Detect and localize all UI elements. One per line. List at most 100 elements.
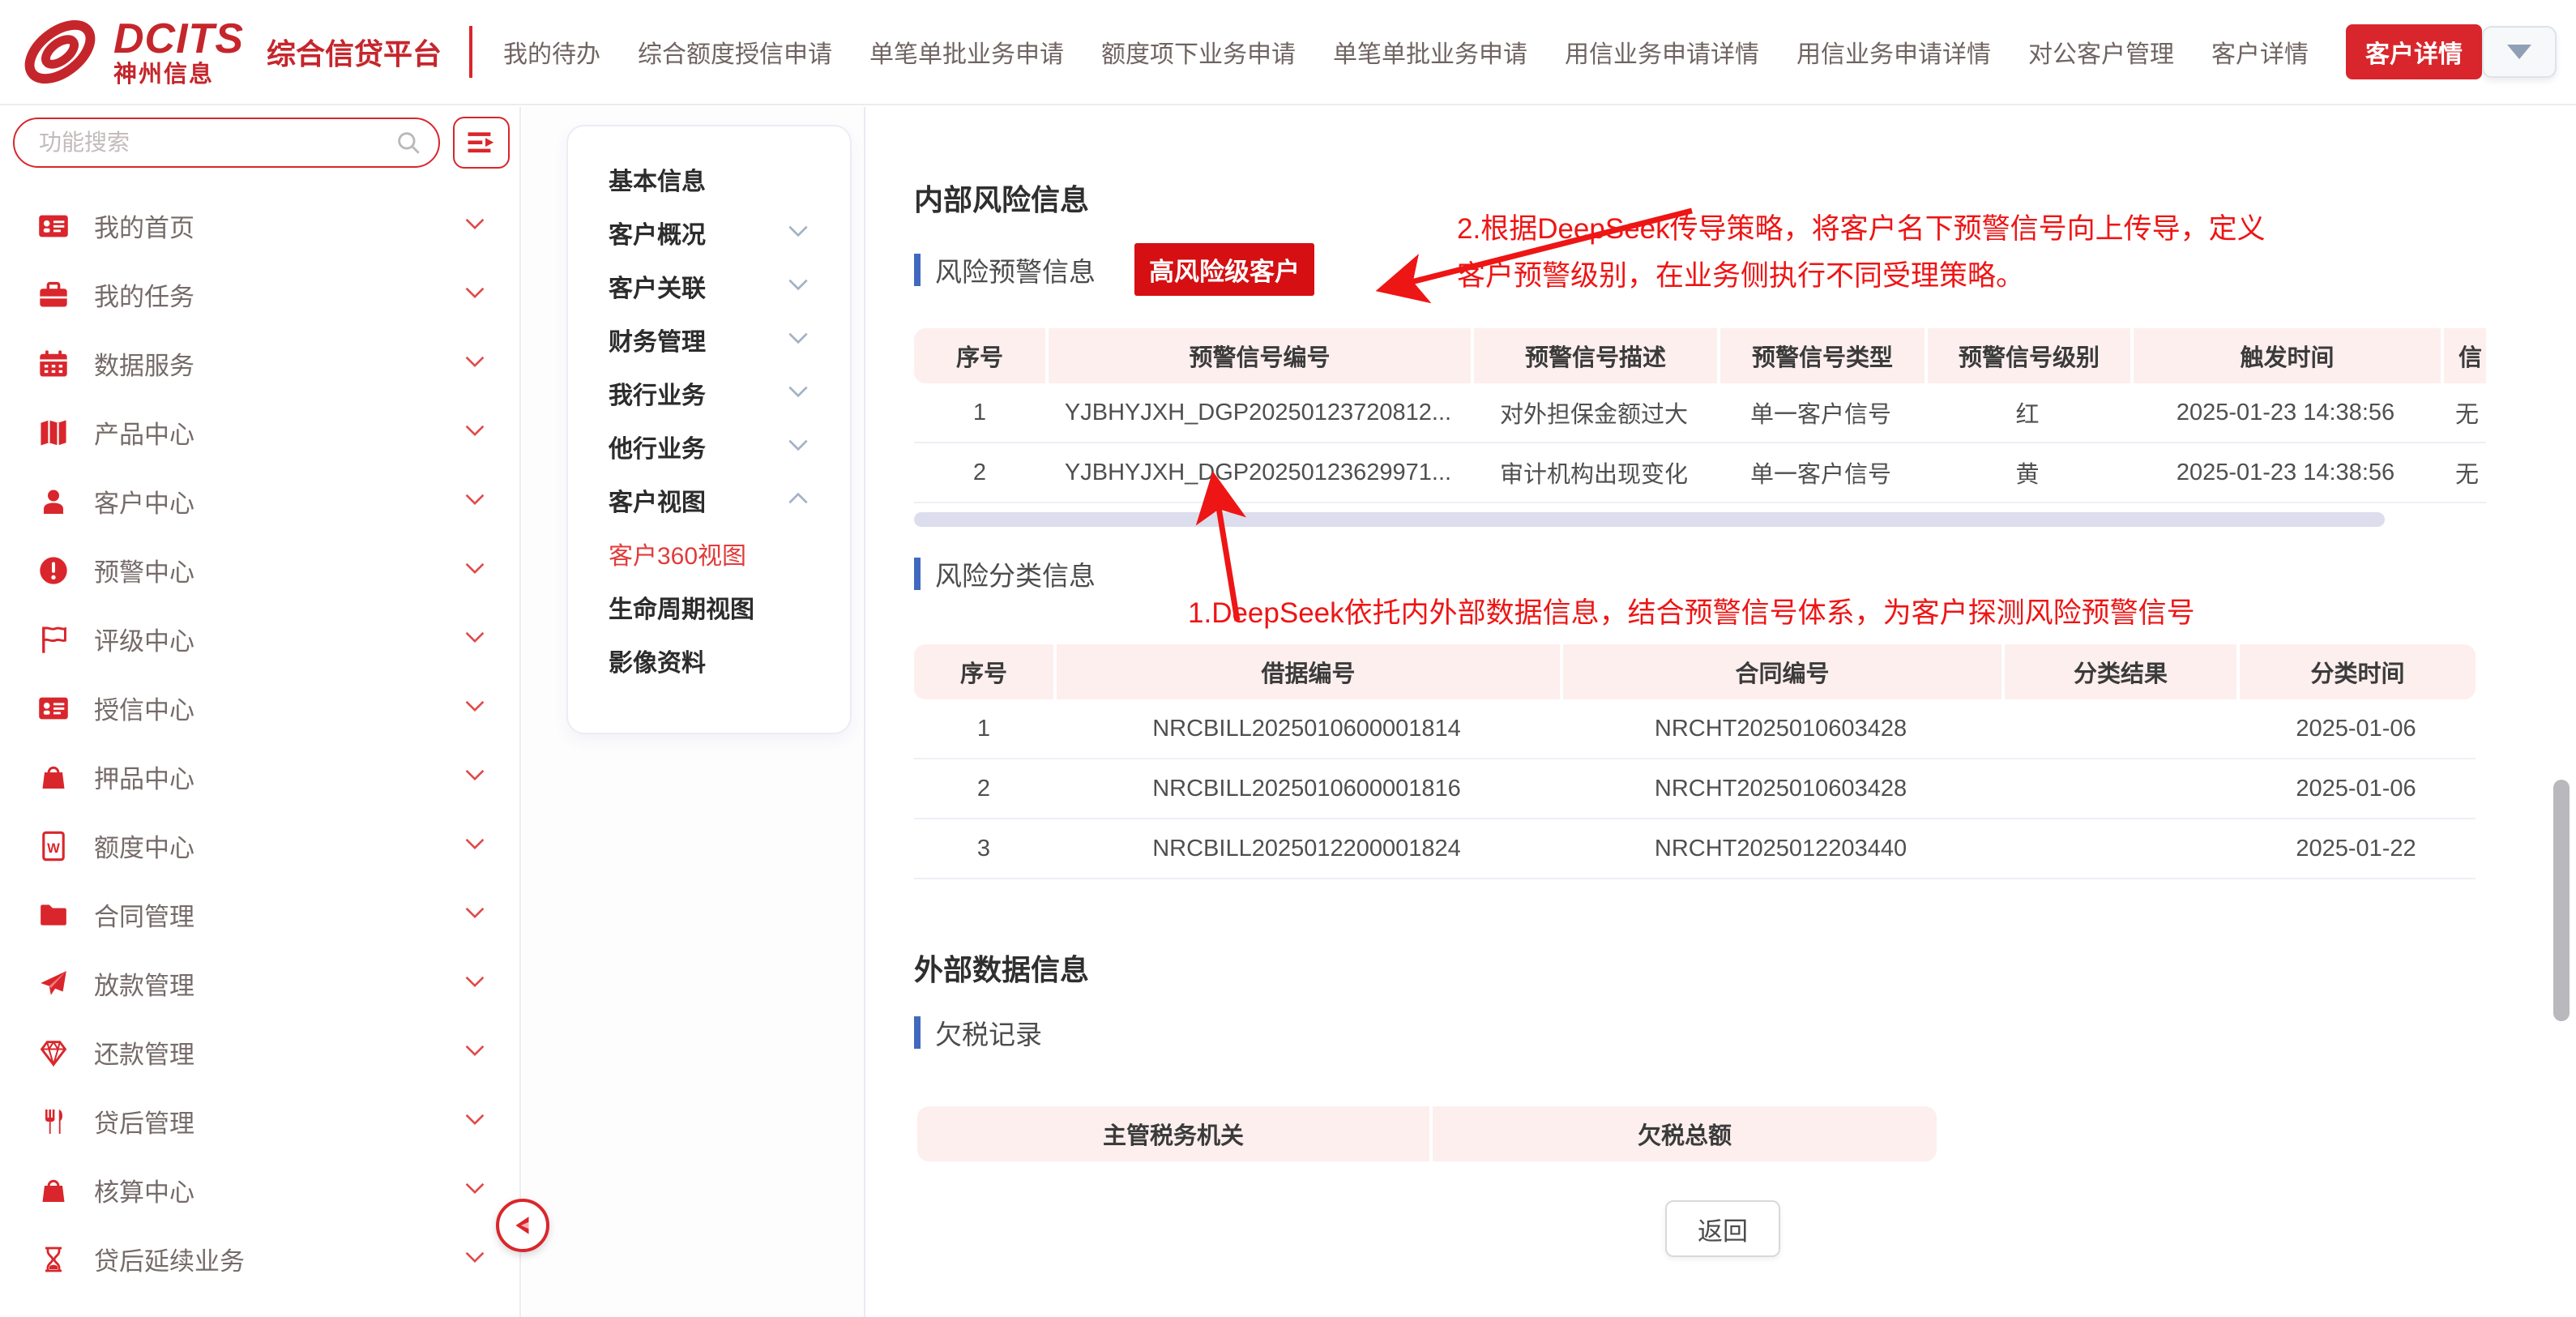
- nav-tab-single-batch-2[interactable]: 单笔单批业务申请: [1333, 34, 1527, 70]
- submenu-item-customer-overview[interactable]: 客户概况: [568, 206, 850, 259]
- risk-classification-section-header: 风险分类信息: [914, 554, 1096, 593]
- col-clipped: 信: [2441, 328, 2486, 383]
- sidebar-item-warning-center[interactable]: 预警中心: [0, 536, 519, 605]
- table-header-row: 序号 借据编号 合同编号 分类结果 分类时间: [914, 644, 2476, 699]
- menu-collapse-button[interactable]: [453, 117, 510, 169]
- submenu-item-customer-360-view[interactable]: 客户360视图: [568, 527, 850, 580]
- chevron-down-icon: [464, 355, 485, 372]
- sidebar-item-label: 预警中心: [94, 552, 194, 588]
- sidebar-item-credit-center[interactable]: 授信中心: [0, 673, 519, 742]
- submenu-item-label: 客户概况: [609, 215, 706, 250]
- sidebar-item-contract-mgmt[interactable]: 合同管理: [0, 880, 519, 949]
- vertical-scrollbar[interactable]: [2553, 780, 2570, 1021]
- sidebar-item-repayment-mgmt[interactable]: 还款管理: [0, 1018, 519, 1087]
- sidebar-item-data-services[interactable]: 数据服务: [0, 329, 519, 398]
- sidebar-item-tasks[interactable]: 我的任务: [0, 260, 519, 329]
- section-bar: [914, 1016, 921, 1049]
- section-bar: [914, 254, 921, 286]
- submenu-item-label: 我行业务: [609, 375, 706, 411]
- chevron-down-icon: [464, 1251, 485, 1268]
- nav-tab-credit-apply[interactable]: 综合额度授信申请: [638, 34, 832, 70]
- submenu-item-label: 生命周期视图: [609, 589, 754, 625]
- flag-icon: [37, 623, 70, 656]
- utensils-icon: [37, 1105, 70, 1138]
- submenu-item-financial-mgmt[interactable]: 财务管理: [568, 313, 850, 366]
- chevron-down-icon: [464, 768, 485, 785]
- sidebar-item-post-loan-mgmt[interactable]: 贷后管理: [0, 1087, 519, 1156]
- back-button[interactable]: 返回: [1665, 1200, 1780, 1257]
- nav-tab-todo[interactable]: 我的待办: [503, 34, 600, 70]
- sidebar-item-limit-center[interactable]: W 额度中心: [0, 811, 519, 880]
- sidebar-item-label: 额度中心: [94, 827, 194, 864]
- sidebar-item-label: 还款管理: [94, 1034, 194, 1071]
- col-contract-no: 合同编号: [1560, 644, 2001, 699]
- submenu-item-basic-info[interactable]: 基本信息: [568, 152, 850, 206]
- submenu-item-lifecycle-view[interactable]: 生命周期视图: [568, 580, 850, 634]
- submenu-item-label: 他行业务: [609, 429, 706, 464]
- top-navbar: DCITS 神州信息 综合信贷平台 我的待办 综合额度授信申请 单笔单批业务申请…: [0, 0, 2576, 105]
- annotation-2-line2: 客户预警级别，在业务侧执行不同受理策略。: [1457, 253, 2266, 300]
- arrow-left-icon: [511, 1213, 535, 1238]
- sidebar-item-rating-center[interactable]: 评级中心: [0, 605, 519, 673]
- nav-tab-customer-detail-active[interactable]: 客户详情: [2346, 24, 2482, 79]
- table-header-row: 主管税务机关 欠税总额: [917, 1106, 1937, 1161]
- submenu-item-our-bank-business[interactable]: 我行业务: [568, 366, 850, 420]
- sidebar-item-customer-center[interactable]: 客户中心: [0, 467, 519, 536]
- sidebar-item-accounting-center[interactable]: 核算中心: [0, 1156, 519, 1225]
- horizontal-scrollbar[interactable]: [914, 512, 2385, 527]
- chevron-down-icon: [464, 975, 485, 992]
- table-row: 2 NRCBILL2025010600001816 NRCHT202501060…: [914, 759, 2476, 819]
- brand-divider: [469, 26, 472, 78]
- submenu-item-image-materials[interactable]: 影像资料: [568, 634, 850, 687]
- alert-circle-icon: [37, 554, 70, 587]
- table-row: 1 YJBHYJXH_DGP20250123720812... 对外担保金额过大…: [914, 383, 2486, 443]
- nav-tab-loan-detail-2[interactable]: 用信业务申请详情: [1796, 34, 1991, 70]
- sidebar-item-label: 数据服务: [94, 345, 194, 382]
- submenu-item-label: 财务管理: [609, 322, 706, 357]
- sidebar-item-collateral-center[interactable]: 押品中心: [0, 742, 519, 811]
- sidebar-item-label: 产品中心: [94, 414, 194, 451]
- sidebar-item-label: 贷后延续业务: [94, 1241, 245, 1277]
- submenu-item-customer-view[interactable]: 客户视图: [568, 473, 850, 527]
- chevron-down-icon: [787, 385, 810, 402]
- svg-text:W: W: [47, 840, 60, 855]
- function-search-input[interactable]: [13, 118, 440, 168]
- nav-tab-single-batch-1[interactable]: 单笔单批业务申请: [869, 34, 1064, 70]
- sidebar-item-disbursement-mgmt[interactable]: 放款管理: [0, 949, 519, 1018]
- sidebar-item-product-center[interactable]: 产品中心: [0, 398, 519, 467]
- risk-warning-label: 风险预警信息: [935, 250, 1096, 289]
- sidebar-item-label: 核算中心: [94, 1172, 194, 1208]
- col-tax-authority: 主管税务机关: [917, 1106, 1429, 1161]
- risk-warning-table: 序号 预警信号编号 预警信号描述 预警信号类型 预警信号级别 触发时间 信 1 …: [914, 328, 2486, 503]
- nav-tab-loan-detail-1[interactable]: 用信业务申请详情: [1565, 34, 1759, 70]
- sidebar-item-home[interactable]: 我的首页: [0, 191, 519, 260]
- calendar-icon: [37, 348, 70, 380]
- sidebar-item-label: 授信中心: [94, 690, 194, 726]
- external-data-heading: 外部数据信息: [914, 947, 1089, 989]
- submenu-item-customer-relations[interactable]: 客户关联: [568, 259, 850, 313]
- paper-plane-icon: [37, 968, 70, 1000]
- sidebar-item-label: 客户中心: [94, 483, 194, 520]
- col-trigger-time: 触发时间: [2130, 328, 2441, 383]
- bag-icon: [37, 1174, 70, 1207]
- brand-logo: DCITS 神州信息 综合信贷平台: [18, 10, 442, 94]
- chevron-down-icon: [2507, 45, 2531, 59]
- nav-tab-under-limit[interactable]: 额度项下业务申请: [1101, 34, 1296, 70]
- nav-tab-corp-customer[interactable]: 对公客户管理: [2028, 34, 2174, 70]
- submenu-item-other-bank-business[interactable]: 他行业务: [568, 420, 850, 473]
- sidebar-collapse-button[interactable]: [496, 1199, 549, 1252]
- sidebar-item-loan-continuation[interactable]: 贷后延续业务: [0, 1225, 519, 1293]
- sidebar-item-label: 我的任务: [94, 276, 194, 313]
- col-signal-desc: 预警信号描述: [1471, 328, 1717, 383]
- submenu-item-label: 客户360视图: [609, 536, 746, 571]
- diamond-icon: [37, 1037, 70, 1069]
- chevron-down-icon: [464, 217, 485, 234]
- col-classify-result: 分类结果: [2001, 644, 2236, 699]
- nav-tab-customer-detail[interactable]: 客户详情: [2211, 34, 2309, 70]
- submenu-item-label: 客户视图: [609, 482, 706, 518]
- tabs-overflow-dropdown[interactable]: [2482, 26, 2557, 78]
- chevron-down-icon: [464, 1182, 485, 1199]
- chevron-down-icon: [787, 278, 810, 295]
- col-bill-no: 借据编号: [1053, 644, 1560, 699]
- col-signal-no: 预警信号编号: [1045, 328, 1471, 383]
